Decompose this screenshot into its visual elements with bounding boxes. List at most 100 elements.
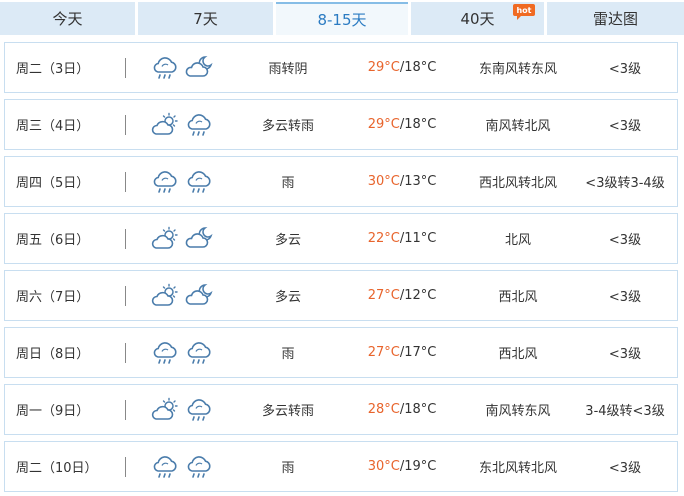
low-temp: /11°C <box>399 231 437 246</box>
day-label: 周日（8日） <box>16 347 90 362</box>
hot-badge: hot <box>513 4 535 20</box>
tab-label: 8-15天 <box>317 11 367 29</box>
weather-description: 雨 <box>281 176 295 191</box>
weather-icons: sun-cloud-iconmoon-cloud-icon <box>151 271 221 320</box>
weather-description: 多云转雨 <box>261 119 314 134</box>
high-temp: 29°C <box>367 117 400 132</box>
wind-direction: 南风转东风 <box>485 404 551 419</box>
sun-cloud-icon <box>151 283 185 309</box>
low-temp: /18°C <box>399 117 437 132</box>
temperature-range: 28°C/18°C <box>357 385 447 434</box>
row-divider <box>125 286 126 306</box>
wind-direction: 东南风转东风 <box>478 62 557 77</box>
day-label: 周二（10日） <box>16 461 98 476</box>
weather-description: 多云 <box>274 233 301 248</box>
day-label: 周二（3日） <box>16 62 90 77</box>
rain-cloud-icon <box>185 340 219 366</box>
high-temp: 28°C <box>367 402 400 417</box>
weather-icons: rain-cloud-iconrain-cloud-icon <box>151 442 221 491</box>
wind-direction: 西北风 <box>498 347 538 362</box>
temperature-range: 30°C/13°C <box>357 157 447 206</box>
temperature-range: 30°C/19°C <box>357 442 447 491</box>
forecast-row: 周二（3日） rain-cloud-iconmoon-cloud-icon 雨转阴 2… <box>4 42 678 93</box>
low-temp: /18°C <box>399 60 437 75</box>
forecast-row: 周六（7日） sun-cloud-iconmoon-cloud-icon 多云 27°… <box>4 270 678 321</box>
temperature-range: 22°C/11°C <box>357 214 447 263</box>
wind-level: 3-4级转<3级 <box>585 404 665 419</box>
row-divider <box>125 229 126 249</box>
low-temp: /19°C <box>399 459 437 474</box>
weather-icons: rain-cloud-iconrain-cloud-icon <box>151 328 221 377</box>
tab-label: 雷达图 <box>592 10 638 28</box>
rain-cloud-icon <box>151 340 185 366</box>
weather-icons: sun-cloud-iconrain-cloud-icon <box>151 100 221 149</box>
high-temp: 22°C <box>367 231 400 246</box>
tab-8-15-days[interactable]: 8-15天 <box>276 2 408 35</box>
temperature-range: 27°C/12°C <box>357 271 447 320</box>
rain-cloud-icon <box>185 169 219 195</box>
weather-icons: rain-cloud-iconmoon-cloud-icon <box>151 43 221 92</box>
tab-label: 7天 <box>193 10 218 28</box>
day-label: 周一（9日） <box>16 404 90 419</box>
rain-cloud-icon <box>151 454 185 480</box>
forecast-row: 周日（8日） rain-cloud-iconrain-cloud-icon 雨 27°… <box>4 327 678 378</box>
day-label: 周四（5日） <box>16 176 90 191</box>
forecast-row: 周一（9日） sun-cloud-iconrain-cloud-icon 多云转雨 2… <box>4 384 678 435</box>
high-temp: 30°C <box>367 174 400 189</box>
wind-direction: 北风 <box>504 233 531 248</box>
wind-level: <3级 <box>608 62 642 77</box>
rain-cloud-icon <box>185 454 219 480</box>
weather-description: 多云 <box>274 290 301 305</box>
forecast-row: 周二（10日） rain-cloud-iconrain-cloud-icon 雨 30… <box>4 441 678 492</box>
low-temp: /17°C <box>399 345 437 360</box>
tab-label: 今天 <box>52 10 83 28</box>
rain-cloud-icon <box>151 55 185 81</box>
day-label: 周五（6日） <box>16 233 90 248</box>
sun-cloud-icon <box>151 226 185 252</box>
weather-description: 雨 <box>281 347 295 362</box>
temperature-range: 27°C/17°C <box>357 328 447 377</box>
row-divider <box>125 172 126 192</box>
wind-direction: 西北风 <box>498 290 538 305</box>
row-divider <box>125 457 126 477</box>
low-temp: /13°C <box>399 174 437 189</box>
rain-cloud-icon <box>185 397 219 423</box>
sun-cloud-icon <box>151 397 185 423</box>
weather-icons: sun-cloud-iconmoon-cloud-icon <box>151 214 221 263</box>
weather-description: 雨转阴 <box>268 62 308 77</box>
sun-cloud-icon <box>151 112 185 138</box>
wind-level: <3级 <box>608 461 642 476</box>
wind-direction: 南风转北风 <box>485 119 551 134</box>
rain-cloud-icon <box>185 112 219 138</box>
wind-direction: 东北风转北风 <box>478 461 557 476</box>
forecast-row: 周五（6日） sun-cloud-iconmoon-cloud-icon 多云 22°… <box>4 213 678 264</box>
temperature-range: 29°C/18°C <box>357 100 447 149</box>
day-label: 周三（4日） <box>16 119 90 134</box>
weather-icons: sun-cloud-iconrain-cloud-icon <box>151 385 221 434</box>
moon-cloud-icon <box>185 226 219 252</box>
forecast-row: 周四（5日） rain-cloud-iconrain-cloud-icon 雨 30°… <box>4 156 678 207</box>
row-divider <box>125 115 126 135</box>
tab-7-days[interactable]: 7天 <box>138 2 273 35</box>
row-divider <box>125 58 126 78</box>
tab-radar[interactable]: 雷达图 <box>547 2 684 35</box>
tab-today[interactable]: 今天 <box>0 2 135 35</box>
wind-level: <3级 <box>608 347 642 362</box>
tab-label: 40天 <box>460 10 495 28</box>
temperature-range: 29°C/18°C <box>357 43 447 92</box>
moon-cloud-icon <box>185 55 219 81</box>
wind-level: <3级 <box>608 233 642 248</box>
wind-level: <3级 <box>608 119 642 134</box>
weather-description: 雨 <box>281 461 295 476</box>
weather-description: 多云转雨 <box>261 404 314 419</box>
rain-cloud-icon <box>151 169 185 195</box>
wind-level: <3级转3-4级 <box>585 176 665 191</box>
high-temp: 30°C <box>367 459 400 474</box>
high-temp: 27°C <box>367 288 400 303</box>
low-temp: /12°C <box>399 288 437 303</box>
moon-cloud-icon <box>185 283 219 309</box>
high-temp: 27°C <box>367 345 400 360</box>
wind-level: <3级 <box>608 290 642 305</box>
low-temp: /18°C <box>399 402 437 417</box>
forecast-row: 周三（4日） sun-cloud-iconrain-cloud-icon 多云转雨 2… <box>4 99 678 150</box>
